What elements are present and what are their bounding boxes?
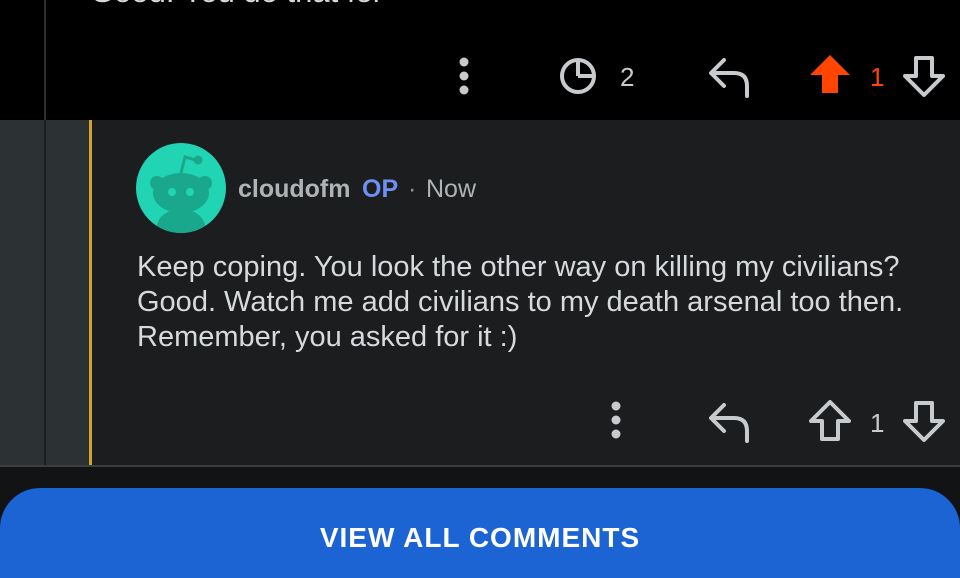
separator-dot: · (408, 175, 417, 203)
more-options-icon[interactable] (452, 56, 476, 96)
view-all-comments-button[interactable]: VIEW ALL COMMENTS (0, 488, 960, 578)
award-count: 2 (620, 62, 635, 92)
avatar[interactable] (136, 143, 226, 233)
reply-icon[interactable] (706, 54, 752, 100)
username[interactable]: cloudofm (238, 175, 351, 204)
op-badge: OP (362, 175, 399, 203)
previous-comment-text: Good. You do that for (90, 0, 383, 10)
downvote-icon[interactable] (902, 399, 946, 443)
snoo-avatar-icon (150, 155, 212, 233)
comment-body: Keep coping. You look the other way on k… (137, 251, 904, 353)
reply-icon[interactable] (706, 399, 752, 445)
view-all-comments-label: VIEW ALL COMMENTS (319, 522, 641, 553)
more-options-icon[interactable] (604, 400, 628, 440)
thread-gutter (0, 120, 92, 465)
downvote-icon[interactable] (902, 54, 946, 98)
upvote-icon-active[interactable] (808, 52, 852, 96)
timestamp: Now (426, 175, 477, 203)
op-accent-bar (89, 120, 92, 465)
thread-line[interactable] (44, 120, 46, 465)
vote-count: 1 (870, 62, 885, 92)
reply-comment: cloudofm OP · Now Keep coping. You look … (0, 120, 960, 465)
thread-line[interactable] (44, 0, 46, 120)
upvote-icon[interactable] (808, 399, 852, 443)
award-icon[interactable] (557, 55, 599, 97)
vote-count: 1 (870, 408, 885, 438)
previous-comment: Good. You do that for 2 1 (0, 0, 960, 120)
